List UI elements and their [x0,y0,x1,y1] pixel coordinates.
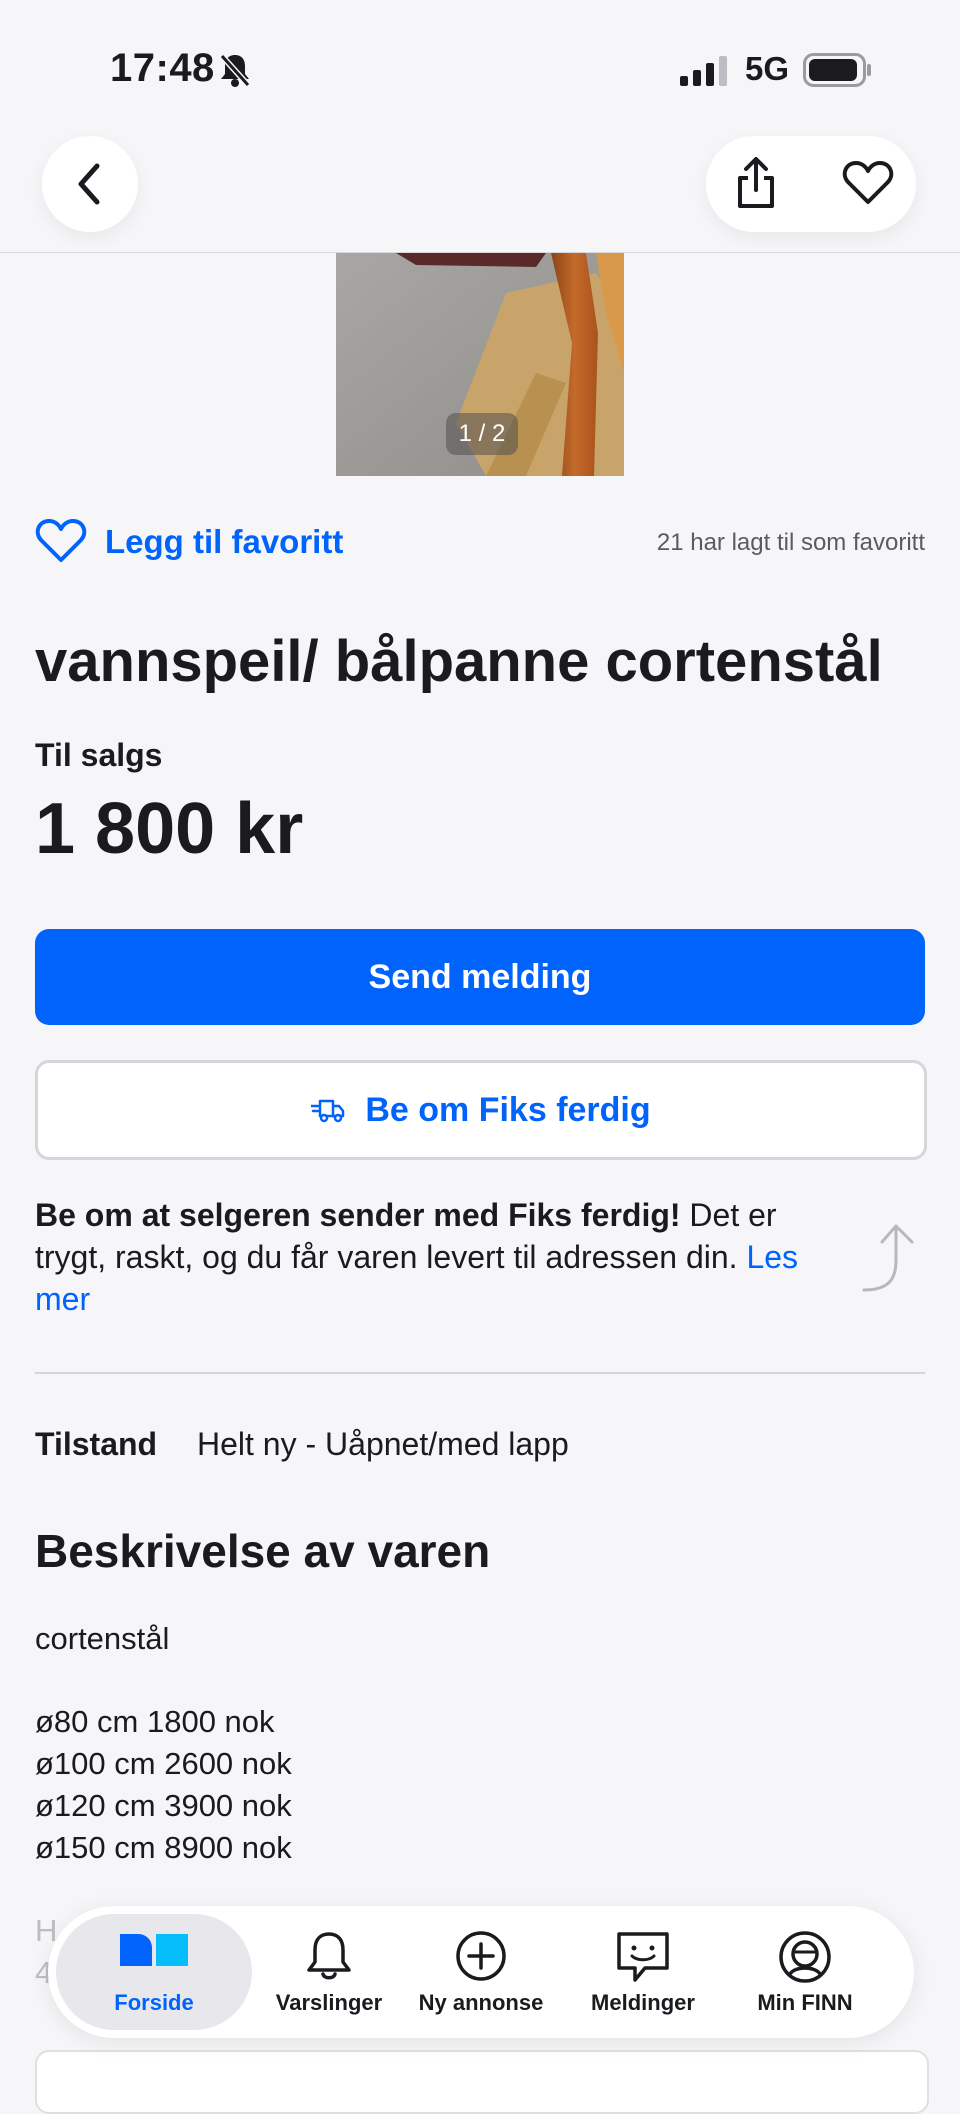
size-price-line: ø120 cm 3900 nok [35,1788,292,1823]
favorite-row: Legg til favoritt 21 har lagt til som fa… [35,515,925,571]
favorite-heart-icon[interactable] [842,160,894,206]
section-divider [35,1372,925,1374]
network-label: 5G [745,50,790,87]
tab-label: Meldinger [591,1990,695,2015]
curved-arrow-icon [862,1224,914,1292]
battery-icon [803,53,871,87]
tab-label: Forside [114,1990,194,2015]
action-pill [706,136,916,232]
description-heading: Beskrivelse av varen [35,1525,491,1577]
delivery-truck-icon [311,1099,345,1123]
photo-counter: 1 / 2 [446,413,518,455]
fiks-ferdig-label: Be om Fiks ferdig [365,1090,651,1129]
description-material: cortenstål [35,1621,170,1656]
signal-icon [680,56,727,86]
chat-icon [617,1932,669,1982]
back-button[interactable] [42,136,138,232]
fiks-ferdig-button[interactable]: Be om Fiks ferdig [35,1060,927,1160]
listing-title: vannspeil/ bålpanne cortenstål [35,629,883,694]
tab-forside[interactable]: Forside [56,1914,252,2030]
sale-type-label: Til salgs [35,737,163,773]
chevron-left-icon [78,163,100,205]
bell-icon [307,1932,351,1980]
listing-photo[interactable]: 1 / 2 [336,253,624,476]
plus-circle-icon [456,1931,506,1981]
size-price-line: ø80 cm 1800 nok [35,1704,275,1739]
favorite-count: 21 har lagt til som favoritt [656,529,925,556]
tab-ny-annonse[interactable]: Ny annonse [400,1906,562,2038]
send-message-button[interactable]: Send melding [35,929,925,1025]
bottom-tab-bar: Forside Varslinger Ny annonse Meldinger [48,1906,914,2038]
status-bar: 17:48 5G [0,0,960,130]
size-price-line: ø150 cm 8900 nok [35,1830,292,1865]
tab-varslinger[interactable]: Varslinger [248,1906,410,2038]
profile-icon [779,1931,831,1983]
add-favorite-link[interactable]: Legg til favoritt [105,523,343,561]
home-icon [120,1934,188,1966]
condition-value: Helt ny - Uåpnet/med lapp [197,1426,569,1462]
listing-price: 1 800 kr [35,789,304,869]
tab-label: Min FINN [757,1990,853,2015]
fiks-ferdig-info: Be om at selgeren sender med Fiks ferdig… [35,1194,835,1320]
tab-min-finn[interactable]: Min FINN [724,1906,886,2038]
top-navigation [0,130,960,253]
condition-label: Tilstand [35,1426,158,1462]
silent-bell-icon [219,53,251,88]
description-size-list: ø80 cm 1800 nok ø100 cm 2600 nok ø120 cm… [35,1701,292,1869]
next-section-card [35,2050,929,2114]
status-time: 17:48 [110,46,215,90]
tab-label: Varslinger [275,1990,383,2015]
tab-meldinger[interactable]: Meldinger [562,1906,724,2038]
send-message-label: Send melding [368,957,592,996]
tab-label: Ny annonse [418,1990,544,2015]
info-bold-text: Be om at selgeren sender med Fiks ferdig… [35,1197,681,1233]
size-price-line: ø100 cm 2600 nok [35,1746,292,1781]
share-icon[interactable] [734,156,778,210]
heart-outline-icon[interactable] [35,518,87,564]
